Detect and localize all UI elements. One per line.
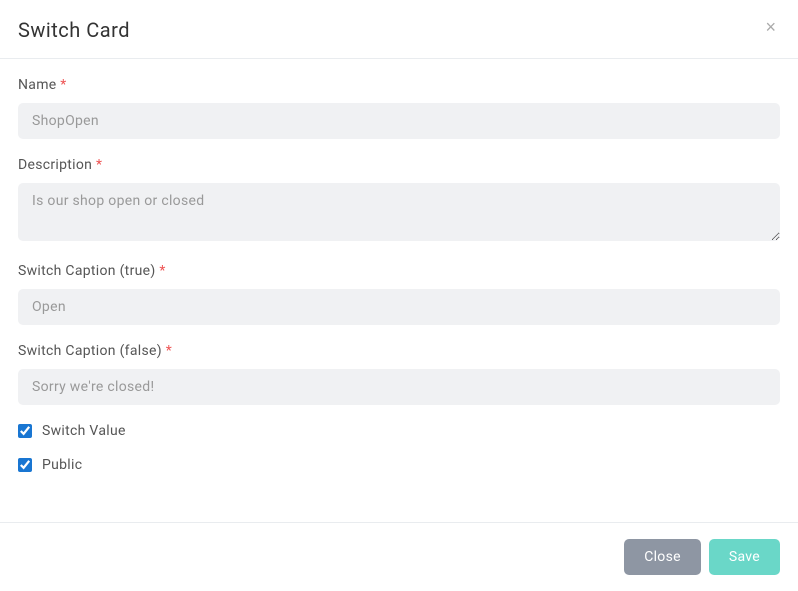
modal-body: Name * Description * Is our shop open or…: [0, 59, 798, 522]
required-mark: *: [166, 343, 172, 359]
caption-true-group: Switch Caption (true) *: [18, 263, 780, 325]
description-group: Description * Is our shop open or closed: [18, 157, 780, 245]
description-input[interactable]: Is our shop open or closed: [18, 183, 780, 241]
modal-header: Switch Card ×: [0, 0, 798, 59]
public-label: Public: [42, 457, 82, 473]
caption-false-label-text: Switch Caption (false): [18, 343, 162, 359]
name-input[interactable]: [18, 103, 780, 139]
close-button[interactable]: Close: [624, 539, 701, 575]
name-group: Name *: [18, 77, 780, 139]
caption-true-input[interactable]: [18, 289, 780, 325]
switch-value-label: Switch Value: [42, 423, 126, 439]
description-label: Description *: [18, 157, 780, 173]
required-mark: *: [60, 77, 66, 93]
required-mark: *: [96, 157, 102, 173]
name-label-text: Name: [18, 77, 57, 93]
caption-false-label: Switch Caption (false) *: [18, 343, 780, 359]
public-checkbox[interactable]: [18, 458, 32, 472]
description-label-text: Description: [18, 157, 92, 173]
modal-footer: Close Save: [0, 522, 798, 591]
caption-false-input[interactable]: [18, 369, 780, 405]
switch-value-checkbox[interactable]: [18, 424, 32, 438]
required-mark: *: [159, 263, 165, 279]
name-label: Name *: [18, 77, 780, 93]
public-group: Public: [18, 457, 780, 473]
caption-false-group: Switch Caption (false) *: [18, 343, 780, 405]
caption-true-label-text: Switch Caption (true): [18, 263, 156, 279]
close-icon[interactable]: ×: [761, 18, 780, 36]
save-button[interactable]: Save: [709, 539, 780, 575]
switch-value-group: Switch Value: [18, 423, 780, 439]
modal-title: Switch Card: [18, 18, 130, 42]
switch-card-modal: Switch Card × Name * Description * Is ou…: [0, 0, 798, 591]
caption-true-label: Switch Caption (true) *: [18, 263, 780, 279]
